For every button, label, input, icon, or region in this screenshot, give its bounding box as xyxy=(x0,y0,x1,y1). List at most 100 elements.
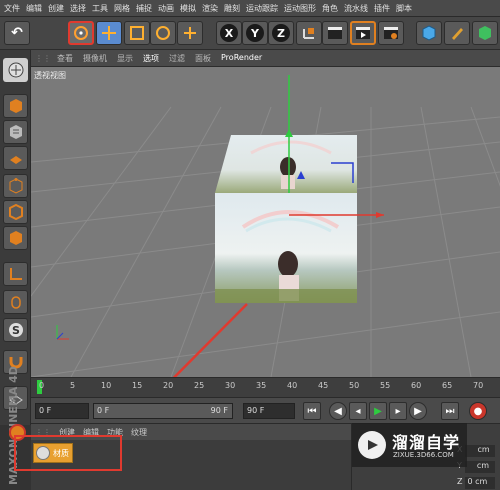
menu-item[interactable]: 工具 xyxy=(92,3,108,14)
coord-field-x[interactable]: cm xyxy=(465,445,496,457)
rotate-button[interactable] xyxy=(150,21,176,45)
snap-icon: S xyxy=(8,323,23,337)
polygons-mode-button[interactable] xyxy=(3,226,28,250)
coordinate-system-button[interactable] xyxy=(296,21,322,45)
add-object-button[interactable] xyxy=(177,21,203,45)
menu-item[interactable]: 动画 xyxy=(158,3,174,14)
viewport-menu-item[interactable]: 摄像机 xyxy=(83,53,107,64)
menu-item[interactable]: 创建 xyxy=(48,3,64,14)
select-icon xyxy=(74,26,88,40)
x-axis-arrow-icon xyxy=(376,212,384,218)
next-key-button[interactable]: ▶ xyxy=(409,402,427,420)
menu-item[interactable]: 运动图形 xyxy=(284,3,316,14)
timeline-ruler[interactable]: 0 5 10 15 20 25 30 35 40 45 50 55 60 65 70 xyxy=(31,377,500,397)
clapper-icon xyxy=(328,27,342,39)
timeline-tick-label: 10 xyxy=(101,381,112,390)
make-editable-icon xyxy=(8,62,23,78)
menu-item[interactable]: 文件 xyxy=(4,3,20,14)
model-mode-button[interactable] xyxy=(3,94,28,118)
record-icon: ● xyxy=(473,405,483,417)
scale-button[interactable] xyxy=(124,21,150,45)
coord-field-z[interactable]: 0 cm xyxy=(465,477,496,489)
timeline-tick-label: 60 xyxy=(411,381,422,390)
girl-head-front xyxy=(278,251,298,277)
cube-grass xyxy=(215,289,357,303)
scale-icon xyxy=(130,26,144,40)
timeline-tick-label: 45 xyxy=(318,381,329,390)
viewport-menu-item[interactable]: 查看 xyxy=(57,53,73,64)
menu-item[interactable]: 角色 xyxy=(322,3,338,14)
viewport-menu-item[interactable]: ProRender xyxy=(221,53,262,64)
go-to-end-button[interactable]: ⏭ xyxy=(441,402,459,420)
coord-field-y[interactable]: cm xyxy=(464,461,495,473)
go-to-end-icon: ⏭ xyxy=(445,405,455,417)
viewport-scene xyxy=(31,75,500,377)
menu-item[interactable]: 脚本 xyxy=(396,3,412,14)
move-button[interactable] xyxy=(96,21,122,45)
axis-y-button[interactable]: Y xyxy=(242,21,268,45)
watermark-title: 溜溜自学 xyxy=(392,433,461,452)
subdivision-button[interactable] xyxy=(472,21,498,45)
previous-frame-button[interactable]: ◂ xyxy=(349,402,367,420)
workplane-mode-button[interactable] xyxy=(3,146,28,170)
render-settings-button[interactable] xyxy=(378,21,404,45)
rotate-icon xyxy=(156,26,170,40)
pen-spline-button[interactable] xyxy=(444,21,470,45)
edges-mode-button[interactable] xyxy=(3,200,28,224)
next-frame-button[interactable]: ▸ xyxy=(389,402,407,420)
subdivision-icon xyxy=(479,26,491,40)
axis-mode-button[interactable] xyxy=(3,262,28,286)
axis-x-button[interactable]: X xyxy=(216,21,242,45)
menu-item[interactable]: 模拟 xyxy=(180,3,196,14)
viewport-menu-item[interactable]: 过滤 xyxy=(169,53,185,64)
viewport-menu-item[interactable]: 显示 xyxy=(117,53,133,64)
menu-item[interactable]: 选择 xyxy=(70,3,86,14)
go-to-start-button[interactable]: ⏮ xyxy=(303,402,321,420)
main-toolbar: ↶ X Y Z xyxy=(0,17,500,50)
menu-item[interactable]: 渲染 xyxy=(202,3,218,14)
material-manager: ⋮⋮ 创建 编辑 功能 纹理 材质 xyxy=(9,423,351,490)
menu-item[interactable]: 插件 xyxy=(374,3,390,14)
material-menu-item[interactable]: 纹理 xyxy=(131,427,147,438)
next-frame-icon: ▸ xyxy=(395,405,401,417)
menu-item[interactable]: 网格 xyxy=(114,3,130,14)
points-mode-icon xyxy=(9,178,22,194)
frame-range-slider[interactable]: 0 F 90 F xyxy=(93,403,233,419)
menu-item[interactable]: 雕刻 xyxy=(224,3,240,14)
render-button[interactable] xyxy=(350,21,376,45)
textured-cube[interactable] xyxy=(215,135,357,303)
end-frame-field[interactable]: 90 F xyxy=(243,403,295,419)
previous-key-button[interactable]: ◀ xyxy=(329,402,347,420)
go-to-start-icon: ⏮ xyxy=(307,405,317,417)
menu-item[interactable]: 编辑 xyxy=(26,3,42,14)
cube-object-button[interactable] xyxy=(416,21,442,45)
menu-item[interactable]: 流水线 xyxy=(344,3,368,14)
record-button[interactable]: ● xyxy=(469,402,487,420)
perspective-viewport[interactable]: 透视视图 xyxy=(31,67,500,377)
add-icon xyxy=(184,27,196,39)
menu-item[interactable]: 捕捉 xyxy=(136,3,152,14)
snap-button[interactable]: S xyxy=(3,318,28,342)
start-frame-field[interactable]: 0 F xyxy=(35,403,89,419)
menu-bar: 文件 编辑 创建 选择 工具 网格 捕捉 动画 模拟 渲染 雕刻 运动跟踪 运动图形 角色 流水线 插件 脚本 xyxy=(0,0,500,17)
highlight-box xyxy=(14,435,122,471)
menu-item[interactable]: 运动跟踪 xyxy=(246,3,278,14)
cube-icon xyxy=(422,25,436,41)
tweak-mode-button[interactable] xyxy=(3,290,28,314)
play-button[interactable]: ▶ xyxy=(369,402,387,420)
axis-y-label: Y xyxy=(246,24,264,42)
render-view-button[interactable] xyxy=(322,21,348,45)
watermark-play-icon xyxy=(358,431,386,459)
points-mode-button[interactable] xyxy=(3,174,28,198)
model-mode-icon xyxy=(9,99,22,113)
pen-icon xyxy=(452,28,463,40)
make-editable-button[interactable] xyxy=(3,58,28,82)
timeline-tick-label: 25 xyxy=(194,381,205,390)
undo-button[interactable]: ↶ xyxy=(4,21,30,45)
texture-mode-button[interactable] xyxy=(3,120,28,144)
viewport-menu-item[interactable]: 选项 xyxy=(143,53,159,64)
viewport-menu-item[interactable]: 面板 xyxy=(195,53,211,64)
axis-z-button[interactable]: Z xyxy=(268,21,294,45)
timeline-tick-label: 65 xyxy=(442,381,453,390)
live-select-button[interactable] xyxy=(68,21,94,45)
